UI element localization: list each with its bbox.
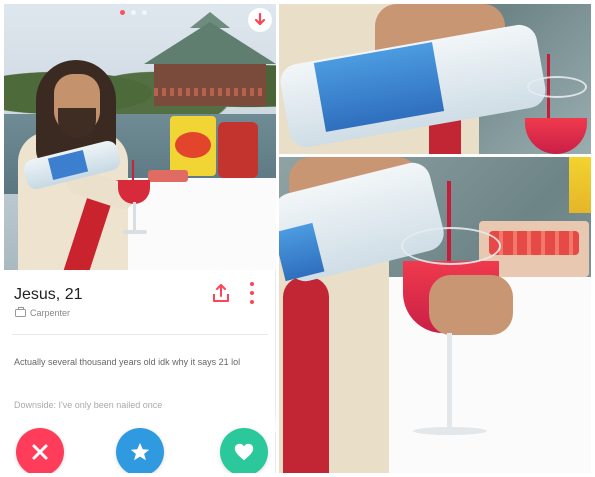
red-sash — [283, 277, 329, 473]
glass-rim — [401, 227, 501, 265]
super-like-button[interactable] — [116, 428, 164, 473]
x-icon — [32, 444, 48, 460]
page-dot[interactable] — [131, 10, 136, 15]
heart-icon — [234, 443, 254, 461]
photo-page-indicator — [120, 10, 147, 15]
closeup-pour-photo — [279, 4, 591, 154]
down-arrow-icon — [254, 12, 266, 26]
more-dot — [250, 282, 254, 286]
candy-bag — [569, 157, 591, 213]
divider — [12, 334, 268, 335]
meme-collage: Jesus, 21 Carpenter Actually several tho… — [0, 0, 595, 477]
like-button[interactable] — [220, 428, 268, 473]
candy-logo — [175, 132, 211, 158]
swedish-fish-candy — [489, 231, 579, 255]
glass-foot — [123, 230, 147, 234]
briefcase-icon — [15, 307, 26, 317]
share-arrow-icon — [213, 284, 229, 302]
share-icon[interactable] — [210, 282, 232, 304]
profile-info: Jesus, 21 Carpenter Actually several tho… — [4, 270, 276, 473]
nope-button[interactable] — [16, 428, 64, 473]
candy-tray — [148, 170, 188, 182]
page-dot-active[interactable] — [120, 10, 125, 15]
profile-downside: Downside: I've only been nailed once — [14, 400, 163, 410]
gazebo-railing — [154, 88, 266, 96]
glass-foot — [413, 427, 487, 435]
more-dot — [250, 291, 254, 295]
profile-job: Carpenter — [15, 307, 71, 318]
more-vertical-icon[interactable] — [248, 282, 256, 304]
gazebo — [154, 64, 266, 106]
glass-rim — [527, 76, 587, 98]
profile-job-label: Carpenter — [30, 308, 71, 318]
holding-hand — [429, 275, 513, 335]
star-icon — [130, 442, 150, 461]
profile-photo[interactable] — [4, 4, 276, 270]
glass-stem — [133, 202, 136, 232]
candy-jar — [218, 122, 258, 178]
info-arrow-icon[interactable] — [248, 8, 272, 32]
profile-bio: Actually several thousand years old idk … — [14, 357, 241, 367]
more-dot — [250, 300, 254, 304]
glass-stem — [447, 333, 452, 433]
wine-pour-photo — [279, 157, 591, 473]
page-dot[interactable] — [142, 10, 147, 15]
wine-stream — [132, 160, 134, 182]
profile-card: Jesus, 21 Carpenter Actually several tho… — [4, 4, 276, 473]
profile-name-age: Jesus, 21 — [14, 286, 83, 303]
